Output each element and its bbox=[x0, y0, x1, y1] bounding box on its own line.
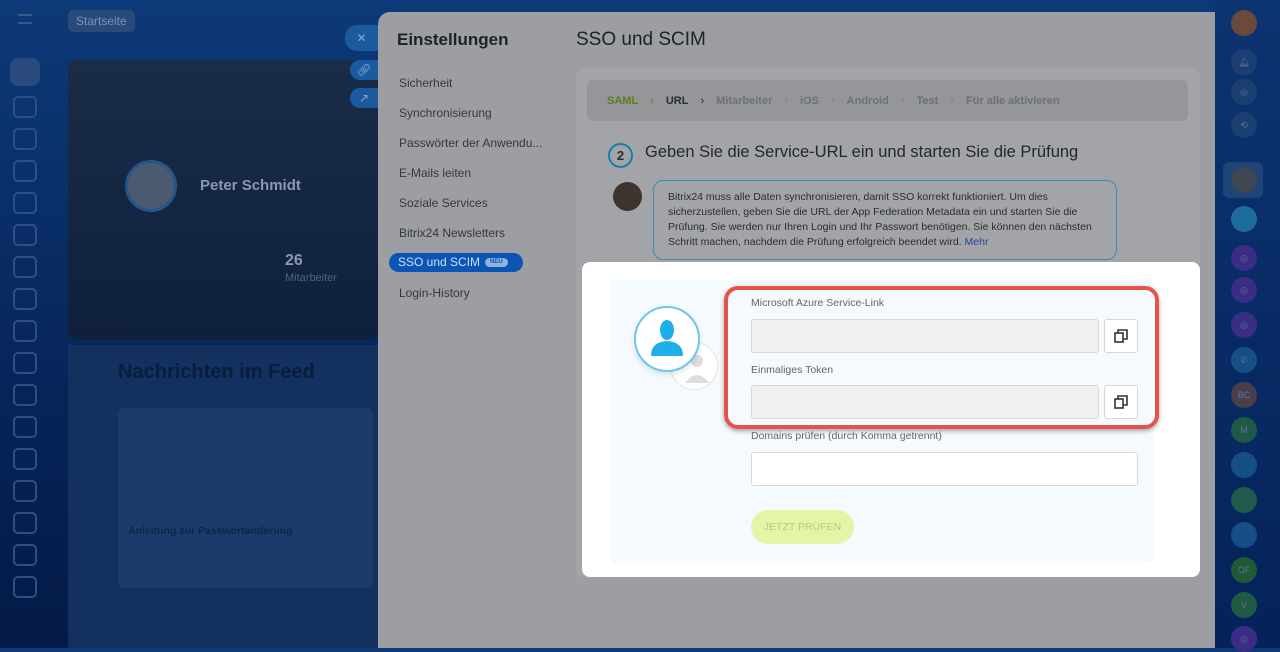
menu-item-login-history[interactable]: Login-History bbox=[389, 278, 559, 308]
home-icon[interactable] bbox=[10, 58, 40, 86]
user-avatar[interactable] bbox=[1231, 10, 1257, 36]
drive-icon[interactable] bbox=[13, 224, 37, 246]
copilot-chat-icon[interactable]: ◎ bbox=[1231, 245, 1257, 271]
chart-icon[interactable] bbox=[13, 576, 37, 598]
chat-m[interactable]: M bbox=[1231, 417, 1257, 443]
user-placeholder-icon bbox=[634, 306, 700, 372]
right-sidebar: 🔔︎ ◎ ⟲ ◎ ◎ ◎ ✆ BC M OF V ◎ bbox=[1215, 0, 1280, 652]
menu-item-newsletters[interactable]: Bitrix24 Newsletters bbox=[389, 218, 559, 248]
step-test: Test bbox=[916, 94, 939, 107]
feed-title: Nachrichten im Feed bbox=[118, 361, 315, 383]
feed-card[interactable] bbox=[118, 408, 373, 588]
chevron-right-icon: › bbox=[950, 94, 954, 107]
chat-icon[interactable] bbox=[13, 352, 37, 374]
chevron-right-icon: › bbox=[700, 94, 705, 107]
step-android: Android bbox=[846, 94, 889, 107]
filter-icon[interactable] bbox=[13, 544, 37, 566]
copilot-chat-icon[interactable]: ◎ bbox=[1231, 626, 1257, 652]
domains-input[interactable] bbox=[751, 452, 1138, 486]
external-icon: ↗ bbox=[358, 91, 370, 105]
store-icon[interactable] bbox=[13, 416, 37, 438]
chevron-right-icon: › bbox=[900, 94, 905, 107]
info-bubble: Bitrix24 muss alle Daten synchronisieren… bbox=[653, 180, 1117, 260]
profile-name: Peter Schmidt bbox=[200, 177, 301, 194]
menu-item-security[interactable]: Sicherheit bbox=[389, 68, 559, 98]
chat-v[interactable]: V bbox=[1231, 592, 1257, 618]
step-enable-all: Für alle aktivieren bbox=[966, 94, 1060, 107]
camera-icon[interactable] bbox=[13, 480, 37, 502]
news-icon[interactable] bbox=[13, 128, 37, 150]
calendar-icon[interactable] bbox=[13, 192, 37, 214]
task-icon[interactable] bbox=[1231, 522, 1257, 548]
menu-item-sso-scim[interactable]: SSO und SCIM NEU bbox=[389, 253, 523, 272]
menu-item-email-forwarding[interactable]: E-Mails leiten bbox=[389, 158, 559, 188]
chevron-right-icon: › bbox=[650, 94, 654, 107]
card-icon[interactable] bbox=[13, 512, 37, 534]
chat-search-icon[interactable]: ⟲ bbox=[1231, 112, 1257, 138]
crm-icon[interactable] bbox=[13, 96, 37, 118]
left-sidebar bbox=[0, 0, 50, 648]
assistant-avatar bbox=[613, 182, 642, 211]
bell-icon[interactable]: 🔔︎ bbox=[1231, 49, 1257, 75]
menu-icon[interactable] bbox=[18, 14, 32, 24]
breadcrumb[interactable]: Startseite bbox=[68, 10, 135, 32]
open-new-window-button[interactable]: ↗ bbox=[350, 88, 378, 108]
domains-label: Domains prüfen (durch Komma getrennt) bbox=[751, 430, 942, 442]
menu-item-label: SSO und SCIM bbox=[398, 255, 481, 269]
tasks-icon[interactable] bbox=[13, 288, 37, 310]
chevron-right-icon: › bbox=[831, 94, 835, 107]
step-url[interactable]: URL bbox=[666, 95, 689, 107]
groups-icon[interactable] bbox=[13, 160, 37, 182]
menu-item-social-services[interactable]: Soziale Services bbox=[389, 188, 559, 218]
step-navigation: SAML › URL › Mitarbeiter › iOS › Android › Te… bbox=[587, 80, 1188, 121]
close-icon: ✕ bbox=[356, 31, 367, 45]
step-ios: iOS bbox=[800, 94, 819, 107]
link-icon: 🔗︎ bbox=[356, 63, 372, 77]
feed-post-title[interactable]: Anleitung zur Passwortänderung bbox=[128, 525, 293, 537]
task-icon[interactable] bbox=[1231, 487, 1257, 513]
step-saml[interactable]: SAML bbox=[607, 95, 638, 107]
profile-banner bbox=[68, 60, 378, 340]
step-heading: Geben Sie die Service-URL ein und starte… bbox=[645, 143, 1079, 161]
copilot-icon[interactable]: ◎ bbox=[1231, 79, 1257, 105]
close-slider-button[interactable]: ✕ bbox=[345, 25, 378, 51]
settings-title: Einstellungen bbox=[397, 30, 509, 49]
check-now-button[interactable]: JETZT PRÜFEN bbox=[751, 510, 854, 544]
info-text: Bitrix24 muss alle Daten synchronisieren… bbox=[668, 191, 1092, 248]
page-title: SSO und SCIM bbox=[576, 29, 706, 50]
chat-of[interactable]: OF bbox=[1231, 557, 1257, 583]
copy-link-button[interactable]: 🔗︎ bbox=[350, 60, 378, 80]
sign-icon[interactable] bbox=[13, 384, 37, 406]
menu-item-sync[interactable]: Synchronisierung bbox=[389, 98, 559, 128]
step-number: 2 bbox=[608, 143, 633, 168]
step-employees: Mitarbeiter bbox=[716, 94, 773, 107]
more-link[interactable]: Mehr bbox=[965, 236, 989, 248]
settings-menu: Sicherheit Synchronisierung Passwörter d… bbox=[389, 68, 559, 308]
mail-icon[interactable] bbox=[13, 320, 37, 342]
chat-bc[interactable]: BC bbox=[1231, 382, 1257, 408]
messenger-icon[interactable] bbox=[1231, 206, 1257, 232]
contact-avatar[interactable] bbox=[1231, 167, 1257, 193]
copilot-chat-icon[interactable]: ◎ bbox=[1231, 312, 1257, 338]
avatar bbox=[125, 160, 177, 212]
contact-card-icon[interactable] bbox=[1231, 452, 1257, 478]
document-icon[interactable] bbox=[13, 448, 37, 470]
employee-count: 26 bbox=[285, 252, 303, 269]
phone-icon[interactable]: ✆ bbox=[1231, 347, 1257, 373]
menu-item-app-passwords[interactable]: Passwörter der Anwendu... bbox=[389, 128, 559, 158]
chevron-right-icon: › bbox=[784, 94, 789, 107]
highlight-frame bbox=[724, 286, 1159, 429]
board-icon[interactable] bbox=[13, 256, 37, 278]
new-badge: NEU bbox=[485, 258, 508, 268]
copilot-chat-icon[interactable]: ◎ bbox=[1231, 277, 1257, 303]
employee-count-label: Mitarbeiter bbox=[285, 272, 337, 284]
